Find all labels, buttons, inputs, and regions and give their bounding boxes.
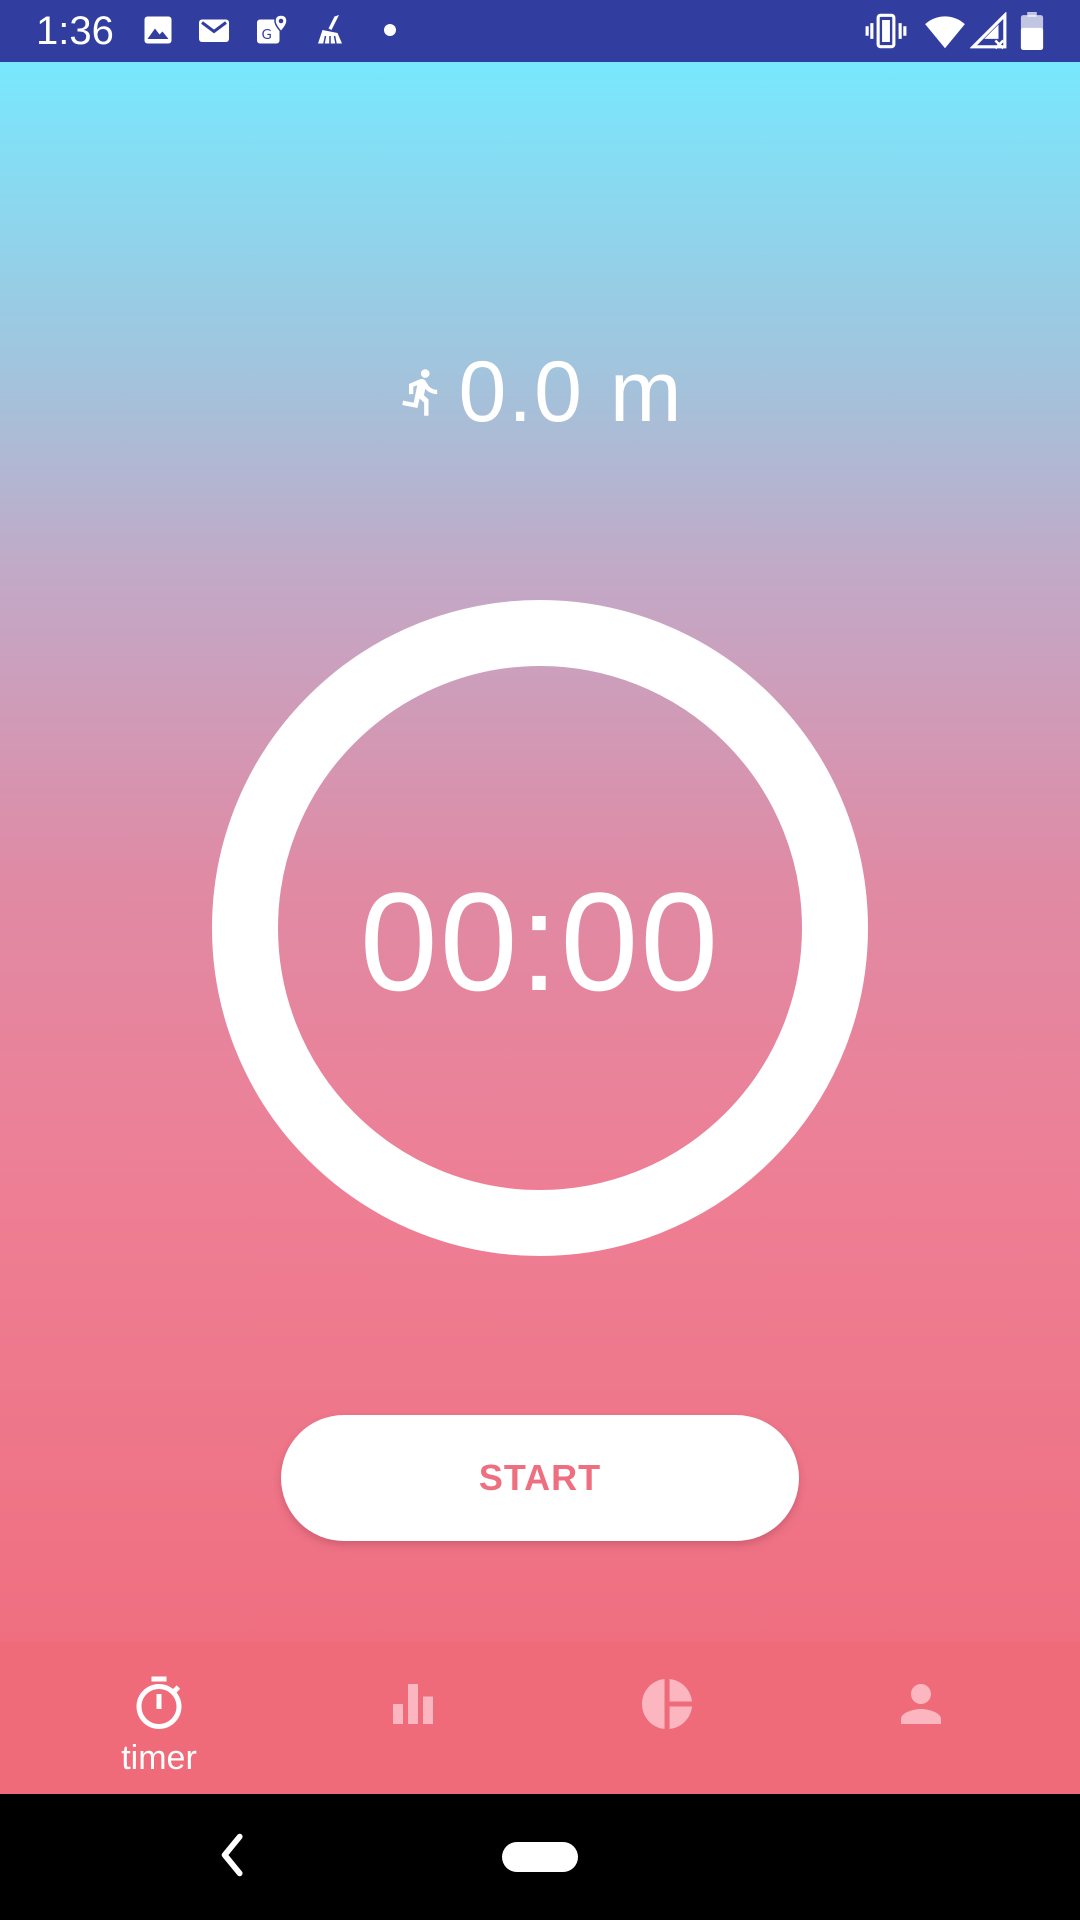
gmail-icon bbox=[199, 19, 229, 42]
dot-icon bbox=[384, 24, 396, 36]
signal-icon bbox=[970, 12, 1007, 50]
svg-text:G: G bbox=[262, 27, 272, 43]
pie-chart-icon bbox=[642, 1679, 692, 1729]
battery-icon bbox=[1020, 12, 1044, 50]
home-button[interactable] bbox=[502, 1842, 578, 1872]
nav-item-profile[interactable] bbox=[786, 1642, 1056, 1794]
app-content: 0.0 m 00:00 START bbox=[0, 62, 1080, 1642]
person-icon bbox=[901, 1684, 941, 1724]
status-bar: 1:36 G bbox=[0, 0, 1080, 62]
back-icon[interactable] bbox=[213, 1830, 253, 1880]
status-time: 1:36 bbox=[36, 9, 114, 53]
nav-item-stats[interactable] bbox=[278, 1642, 548, 1794]
system-nav-bar bbox=[0, 1794, 1080, 1920]
bottom-nav: timer bbox=[0, 1642, 1080, 1794]
runner-icon bbox=[402, 369, 438, 416]
timer-display: 00:00 bbox=[359, 863, 721, 1020]
bar-chart-icon bbox=[393, 1684, 433, 1724]
cleaner-icon bbox=[318, 15, 342, 44]
distance-display: 0.0 m bbox=[0, 342, 1080, 442]
distance-value: 0.0 m bbox=[458, 344, 684, 440]
vibrate-icon bbox=[865, 13, 907, 49]
nav-label-timer: timer bbox=[121, 1739, 197, 1777]
start-button[interactable]: START bbox=[281, 1415, 799, 1541]
nav-item-timer[interactable]: timer bbox=[24, 1642, 294, 1794]
photos-icon bbox=[144, 16, 172, 44]
wifi-icon bbox=[925, 16, 965, 49]
nav-item-breakdown[interactable] bbox=[532, 1642, 802, 1794]
screen: 1:36 G 0.0 m 00:00 START timer bbox=[0, 0, 1080, 1920]
stopwatch-icon bbox=[136, 1676, 182, 1729]
maps-icon: G bbox=[257, 14, 288, 44]
